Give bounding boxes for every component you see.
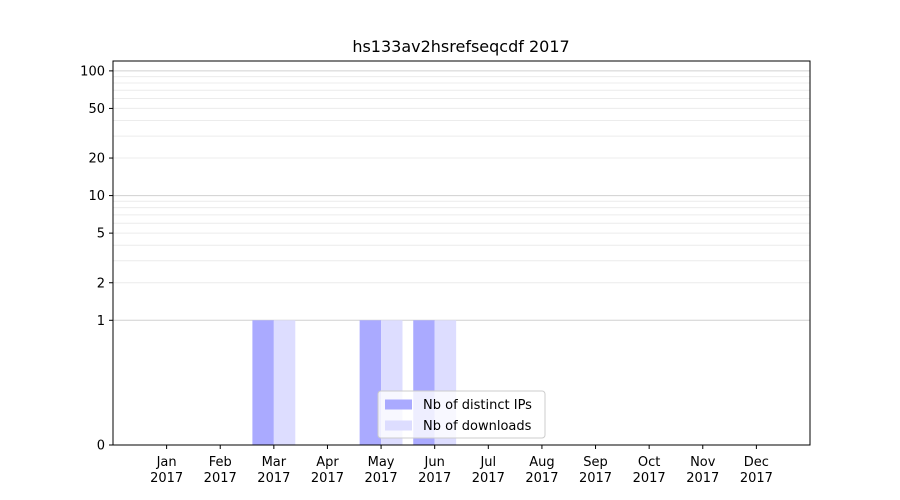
y-axis: 0 1 2 5 10 20 50 100 (80, 64, 113, 454)
plot-frame (112, 60, 811, 446)
grid (113, 70, 810, 321)
x-tick-label: Dec 2017 (740, 455, 773, 486)
chart: hs133av2hsrefseqcdf 2017 0 1 2 5 10 20 50 100 J… (80, 37, 811, 486)
x-tick-label: Aug 2017 (525, 455, 558, 486)
y-tick-label: 0 (97, 439, 105, 454)
x-tick-label: Jan 2017 (150, 455, 183, 486)
x-tick-label: Oct 2017 (633, 455, 666, 486)
x-tick-label: Apr 2017 (311, 455, 344, 486)
y-tick-label: 100 (80, 64, 105, 79)
x-tick-label: Jun 2017 (418, 455, 451, 486)
x-tick-label: Jul 2017 (472, 455, 505, 486)
legend-swatch (385, 399, 412, 410)
x-tick-label: May 2017 (365, 455, 398, 486)
chart-title: hs133av2hsrefseqcdf 2017 (352, 37, 569, 56)
y-tick-label: 2 (97, 276, 105, 291)
x-tick-label: Sep 2017 (579, 455, 612, 486)
legend-label: Nb of distinct IPs (423, 398, 532, 413)
x-tick-label: Nov 2017 (686, 455, 719, 486)
y-tick-label: 20 (88, 152, 105, 167)
x-axis: Jan 2017 Feb 2017 Mar 2017 Apr 2017 May 2017 Jun 20… (150, 445, 773, 486)
x-tick-label: Feb 2017 (204, 455, 237, 486)
y-tick-label: 5 (97, 227, 105, 242)
bar-nb-of-downloads-2 (273, 320, 296, 445)
y-tick-label: 1 (97, 314, 105, 329)
y-tick-label: 50 (88, 102, 105, 117)
x-tick-label: Mar 2017 (257, 455, 290, 486)
legend-swatch (385, 420, 412, 431)
y-tick-label: 10 (88, 189, 105, 204)
bar-nb-of-distinct-ips-2 (252, 320, 274, 445)
legend: Nb of distinct IPs Nb of downloads (377, 390, 546, 439)
legend-label: Nb of downloads (423, 419, 532, 434)
